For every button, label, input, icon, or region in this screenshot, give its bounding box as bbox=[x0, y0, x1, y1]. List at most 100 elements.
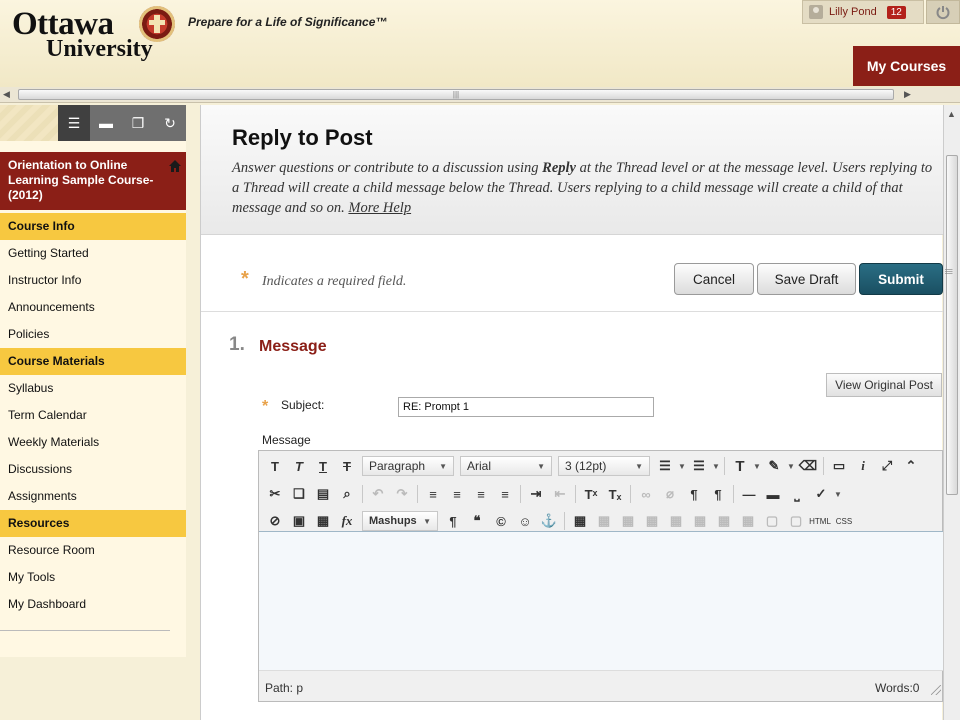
css-button[interactable]: CSS bbox=[832, 510, 856, 532]
table-delete-col-icon[interactable]: ▦ bbox=[712, 510, 736, 532]
chevron-down-icon[interactable]: ▼ bbox=[833, 490, 843, 499]
course-title[interactable]: Orientation to Online Learning Sample Co… bbox=[0, 152, 186, 210]
menu-item-instructor-info[interactable]: Instructor Info bbox=[0, 267, 186, 294]
eraser-icon[interactable]: ⌫ bbox=[796, 455, 820, 477]
menu-section-resources[interactable]: Resources bbox=[0, 510, 186, 537]
view-original-post-button[interactable]: View Original Post bbox=[826, 373, 942, 397]
menu-item-policies[interactable]: Policies bbox=[0, 321, 186, 348]
undo-icon[interactable]: ↶ bbox=[366, 483, 390, 505]
scroll-right-icon[interactable]: ▶ bbox=[904, 89, 911, 100]
format-select[interactable]: Paragraph ▼ bbox=[362, 456, 454, 476]
menu-item-syllabus[interactable]: Syllabus bbox=[0, 375, 186, 402]
indent-icon[interactable]: ⇥ bbox=[524, 483, 548, 505]
emoticon-icon[interactable]: ☺ bbox=[513, 510, 537, 532]
folder-view-icon[interactable]: ▬ bbox=[90, 105, 122, 141]
underline-icon[interactable]: T bbox=[311, 455, 335, 477]
unlink-icon[interactable]: ⌀ bbox=[658, 483, 682, 505]
menu-item-my-dashboard[interactable]: My Dashboard bbox=[0, 591, 186, 618]
window-icon[interactable]: ❐ bbox=[122, 105, 154, 141]
align-left-icon[interactable]: ≡ bbox=[421, 483, 445, 505]
image-icon[interactable]: ▣ bbox=[287, 510, 311, 532]
link-icon[interactable]: ∞ bbox=[634, 483, 658, 505]
user-name[interactable]: Lilly Pond bbox=[829, 6, 877, 18]
font-select[interactable]: Arial ▼ bbox=[460, 456, 552, 476]
bullet-list-icon[interactable]: ☰ bbox=[653, 455, 677, 477]
text-color-icon[interactable]: T bbox=[728, 455, 752, 477]
user-menu[interactable]: Lilly Pond 12 bbox=[802, 0, 924, 24]
logout-button[interactable] bbox=[926, 0, 960, 24]
chevron-down-icon[interactable]: ▼ bbox=[711, 462, 721, 471]
ltr-icon[interactable]: ¶ bbox=[682, 483, 706, 505]
table-split-icon[interactable]: ▦ bbox=[736, 510, 760, 532]
info-icon[interactable]: i bbox=[851, 455, 875, 477]
size-select[interactable]: 3 (12pt) ▼ bbox=[558, 456, 650, 476]
horizontal-rule-icon[interactable]: — bbox=[737, 483, 761, 505]
collapse-toolbar-icon[interactable]: ⌃ bbox=[899, 455, 923, 477]
align-right-icon[interactable]: ≡ bbox=[469, 483, 493, 505]
nonbreaking-space-icon[interactable]: ⎵ bbox=[785, 483, 809, 505]
scroll-up-icon[interactable]: ▲ bbox=[947, 109, 956, 119]
chevron-down-icon[interactable]: ▼ bbox=[677, 462, 687, 471]
fullscreen-icon[interactable]: ⤢ bbox=[875, 455, 899, 477]
align-center-icon[interactable]: ≡ bbox=[445, 483, 469, 505]
numbered-list-icon[interactable]: ☰ bbox=[687, 455, 711, 477]
anchor-icon[interactable]: ⚓ bbox=[537, 510, 561, 532]
subject-input[interactable] bbox=[398, 397, 654, 417]
menu-item-discussions[interactable]: Discussions bbox=[0, 456, 186, 483]
paste-icon[interactable]: ▤ bbox=[311, 483, 335, 505]
html-source-button[interactable]: HTML bbox=[808, 510, 832, 532]
copy-icon[interactable]: ❏ bbox=[287, 483, 311, 505]
menu-item-weekly-materials[interactable]: Weekly Materials bbox=[0, 429, 186, 456]
table-icon[interactable]: ▦ bbox=[568, 510, 592, 532]
italic-icon[interactable]: T bbox=[287, 455, 311, 477]
vertical-scrollbar[interactable]: ▲ ||| bbox=[943, 105, 960, 720]
cancel-button[interactable]: Cancel bbox=[674, 263, 754, 295]
menu-item-resource-room[interactable]: Resource Room bbox=[0, 537, 186, 564]
scroll-left-icon[interactable]: ◀ bbox=[3, 89, 10, 100]
thick-rule-icon[interactable]: ▬ bbox=[761, 483, 785, 505]
find-icon[interactable]: ⌕ bbox=[335, 483, 359, 505]
table-row-after-icon[interactable]: ▦ bbox=[616, 510, 640, 532]
my-courses-tab[interactable]: My Courses bbox=[853, 46, 960, 86]
submit-button[interactable]: Submit bbox=[859, 263, 943, 295]
chevron-down-icon[interactable]: ▼ bbox=[752, 462, 762, 471]
table-col-after-icon[interactable]: ▦ bbox=[688, 510, 712, 532]
mashups-select[interactable]: Mashups ▼ bbox=[362, 511, 438, 531]
paragraph-icon[interactable]: ¶ bbox=[441, 510, 465, 532]
table-delete-row-icon[interactable]: ▦ bbox=[640, 510, 664, 532]
vertical-scroll-thumb[interactable] bbox=[946, 155, 958, 495]
attachment-icon[interactable]: ⊘ bbox=[263, 510, 287, 532]
media-icon[interactable]: ▦ bbox=[311, 510, 335, 532]
menu-item-getting-started[interactable]: Getting Started bbox=[0, 240, 186, 267]
align-justify-icon[interactable]: ≡ bbox=[493, 483, 517, 505]
horizontal-scroll-thumb[interactable]: ||| bbox=[18, 89, 894, 100]
menu-item-my-tools[interactable]: My Tools bbox=[0, 564, 186, 591]
message-editor-area[interactable] bbox=[259, 531, 944, 671]
strikethrough-icon[interactable]: T bbox=[335, 455, 359, 477]
table-col-before-icon[interactable]: ▦ bbox=[664, 510, 688, 532]
horizontal-scrollbar[interactable]: ◀ ||| ▶ bbox=[0, 87, 960, 103]
menu-item-assignments[interactable]: Assignments bbox=[0, 483, 186, 510]
table-props-icon[interactable]: ▢ bbox=[784, 510, 808, 532]
cut-icon[interactable]: ✂ bbox=[263, 483, 287, 505]
resize-grip-icon[interactable] bbox=[931, 685, 941, 695]
blockquote-icon[interactable]: ❝ bbox=[465, 510, 489, 532]
redo-icon[interactable]: ↷ bbox=[390, 483, 414, 505]
menu-section-course-info[interactable]: Course Info bbox=[0, 213, 186, 240]
more-help-link[interactable]: More Help bbox=[348, 200, 411, 216]
superscript-icon[interactable]: Tˣ bbox=[579, 483, 603, 505]
refresh-icon[interactable]: ↻ bbox=[154, 105, 186, 141]
notification-badge[interactable]: 12 bbox=[886, 5, 906, 19]
spellcheck-icon[interactable]: ✓ bbox=[809, 483, 833, 505]
outdent-icon[interactable]: ⇤ bbox=[548, 483, 572, 505]
menu-item-announcements[interactable]: Announcements bbox=[0, 294, 186, 321]
menu-section-course-materials[interactable]: Course Materials bbox=[0, 348, 186, 375]
table-merge-icon[interactable]: ▢ bbox=[760, 510, 784, 532]
subscript-icon[interactable]: Tₓ bbox=[603, 483, 627, 505]
math-icon[interactable]: fx bbox=[335, 510, 359, 532]
home-icon[interactable] bbox=[168, 159, 182, 173]
menu-item-term-calendar[interactable]: Term Calendar bbox=[0, 402, 186, 429]
rtl-icon[interactable]: ¶ bbox=[706, 483, 730, 505]
highlight-pen-icon[interactable]: ✎ bbox=[762, 455, 786, 477]
save-draft-button[interactable]: Save Draft bbox=[757, 263, 856, 295]
